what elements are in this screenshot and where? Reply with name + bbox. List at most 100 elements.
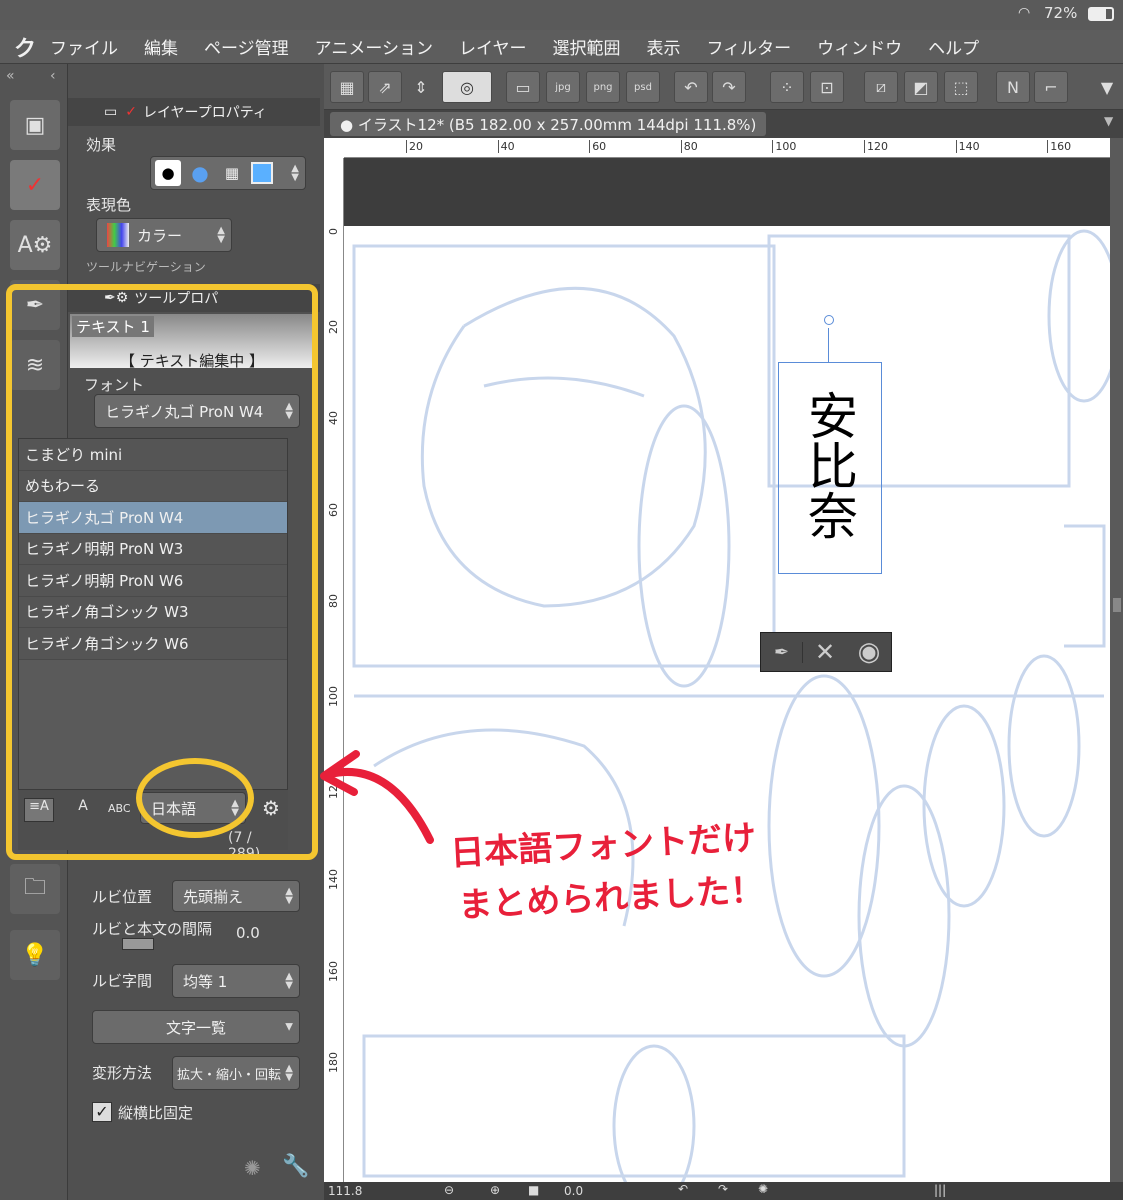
clear-selection-icon[interactable]: ⧄ [864,71,898,103]
document-tab[interactable]: ● イラスト12* (B5 182.00 x 257.00mm 144dpi 1… [330,112,767,136]
tone-effect-icon[interactable]: ● [187,160,213,186]
transform-select[interactable]: 拡大・縮小・回転 ▲ ▼ [172,1056,300,1090]
ruby-position-label: ルビ位置 [92,888,153,906]
ruby-gap-value[interactable]: 0.0 [236,924,260,942]
command-bar: ▦ ⇗ ⇕ ◎ ▭ jpg png psd ↶ ↷ ⁘ ⊡ ⧄ ◩ ⬚ N ⌐ … [324,64,1123,110]
border-effect-icon[interactable]: ● [155,160,181,186]
menu-item[interactable]: レイヤー [459,34,527,59]
scroll-thumb[interactable] [1113,598,1121,612]
share-icon[interactable]: ⇗ [368,71,402,103]
png-export-icon[interactable]: png [586,71,620,103]
curve-snap-icon[interactable]: ⌐ [1034,71,1068,103]
ruby-spacing-select[interactable]: 均等 1 ▲ ▼ [172,964,300,998]
ruler-tick-label: 100 [772,140,796,153]
vertical-text[interactable]: 安比奈 [800,390,860,540]
menu-item[interactable]: ウィンドウ [817,34,902,59]
check-icon: ✓ [125,104,137,120]
crop-icon[interactable]: ⊡ [810,71,844,103]
color-mode-select[interactable]: カラー ▲ ▼ [96,218,232,252]
fit-icon[interactable]: ■ [528,1183,539,1197]
undo-icon[interactable]: ↶ [674,71,708,103]
pen-nib-icon[interactable]: ✒ [761,641,803,663]
ruler-corner [324,138,344,158]
canvas[interactable]: 安比奈 ✒ ✕ ◉ [344,158,1110,1182]
angle-value[interactable]: 0.0 [564,1184,583,1198]
confirm-icon[interactable]: ◉ [847,637,891,667]
psd-export-icon[interactable]: psd [626,71,660,103]
ruler-tick-label: 80 [680,140,698,153]
bottom-bar: 111.8 ⊖ ⊕ ■ 0.0 ↶ ↷ ✺ ||| [324,1182,1123,1200]
marquee-icon[interactable]: ⬚ [944,71,978,103]
ruler-snap-icon[interactable]: N [996,71,1030,103]
hscroll-grip-icon[interactable]: ||| [934,1183,946,1197]
cloud-sync-icon[interactable]: ◎ [442,71,492,103]
jpg-export-icon[interactable]: jpg [546,71,580,103]
rotate-left-icon[interactable]: ↶ [678,1182,688,1196]
wifi-icon: ◠ [1018,5,1031,21]
ruler-tick-label: 160 [1047,140,1071,153]
tab-dropdown-icon[interactable]: ▼ [1104,114,1113,128]
app-logo: ク [13,36,36,62]
sketch-layer [352,229,1110,1182]
rotate-right-icon[interactable]: ↷ [718,1182,728,1196]
wrench-icon[interactable]: 🔧 [282,1154,309,1179]
checker-icon[interactable]: ▦ [219,160,245,186]
menu-item[interactable]: ファイル [50,34,118,59]
ruler-tick-label: 0 [327,228,340,235]
lightbulb-icon[interactable]: 💡 [10,930,60,980]
highlight-circle [136,758,254,838]
menu-item[interactable]: 表示 [647,34,681,59]
invert-selection-icon[interactable]: ◩ [904,71,938,103]
updown-icon[interactable]: ⇕ [404,71,438,103]
canvas-top-margin [344,158,1110,226]
battery-percent: 72% [1044,4,1078,22]
red-arrow [320,750,434,844]
cancel-icon[interactable]: ✕ [803,638,847,666]
layers-panel-icon[interactable]: ▣ [10,100,60,150]
menu-item[interactable]: ページ管理 [204,34,289,59]
color-mode-label: 表現色 [86,196,132,214]
text-tool-icon[interactable]: A⚙ [10,220,60,270]
zoom-value[interactable]: 111.8 [328,1184,362,1198]
save-icon[interactable]: ▭ [506,71,540,103]
layer-property-icon[interactable]: ✓ [10,160,60,210]
ruby-position-select[interactable]: 先頭揃え ▲ ▼ [172,880,300,912]
battery-icon [1088,7,1114,21]
shrink-icon[interactable]: ‹ [50,68,56,84]
layer-property-tab[interactable]: ▭ ✓ レイヤープロパティ [68,98,320,126]
menu-item[interactable]: フィルター [707,34,792,59]
spin-arrows-icon[interactable]: ▲ ▼ [291,164,299,183]
redo-icon[interactable]: ↷ [712,71,746,103]
color-square-icon[interactable] [251,162,273,184]
menu-item[interactable]: ヘルプ [928,34,979,59]
rotate-handle[interactable] [824,315,834,325]
ruby-gap-slider[interactable] [122,938,154,950]
char-list-select[interactable]: 文字一覧 ▼ [92,1010,300,1044]
folder-icon[interactable]: 🗀 [10,864,60,914]
menu-item[interactable]: 編集 [144,34,178,59]
aspect-label: 縦横比固定 [118,1104,194,1122]
ruler-tick-label: 20 [327,319,340,334]
grid-icon[interactable]: ▦ [330,71,364,103]
effect-buttons[interactable]: ● ● ▦ ▲ ▼ [150,156,306,190]
aspect-checkbox[interactable]: ✓ [92,1102,112,1122]
menu-item[interactable]: アニメーション [315,34,433,59]
menu-item[interactable]: 選択範囲 [553,34,621,59]
ruler-tick-label: 100 [327,686,340,707]
ruler-tick-label: 60 [327,502,340,517]
tool-nav-label: ツールナビゲーション [86,260,206,274]
reset-rotate-icon[interactable]: ✺ [758,1182,768,1196]
document-tabbar: ● イラスト12* (B5 182.00 x 257.00mm 144dpi 1… [324,110,1123,138]
ruler-vertical: 0 20 40 60 80 100 120 140 160 180 [324,158,344,1182]
layer-property-section: ▭ ✓ レイヤープロパティ [68,98,320,126]
zoom-in-icon[interactable]: ⊕ [490,1183,500,1197]
menu-bar: ク ファイル 編集 ページ管理 アニメーション レイヤー 選択範囲 表示 フィルター ウィンドウ… [0,30,1123,64]
transform-label: 変形方法 [92,1064,153,1082]
vertical-scrollbar[interactable] [1110,138,1123,1182]
effect-label: 効果 [86,136,117,154]
collapse-icon[interactable]: « [6,68,15,84]
more-menu-icon[interactable]: ▼ [1090,71,1123,103]
zoom-out-icon[interactable]: ⊖ [444,1183,454,1197]
ruler-tick-label: 180 [327,1052,340,1074]
dots-icon[interactable]: ⁘ [770,71,804,103]
